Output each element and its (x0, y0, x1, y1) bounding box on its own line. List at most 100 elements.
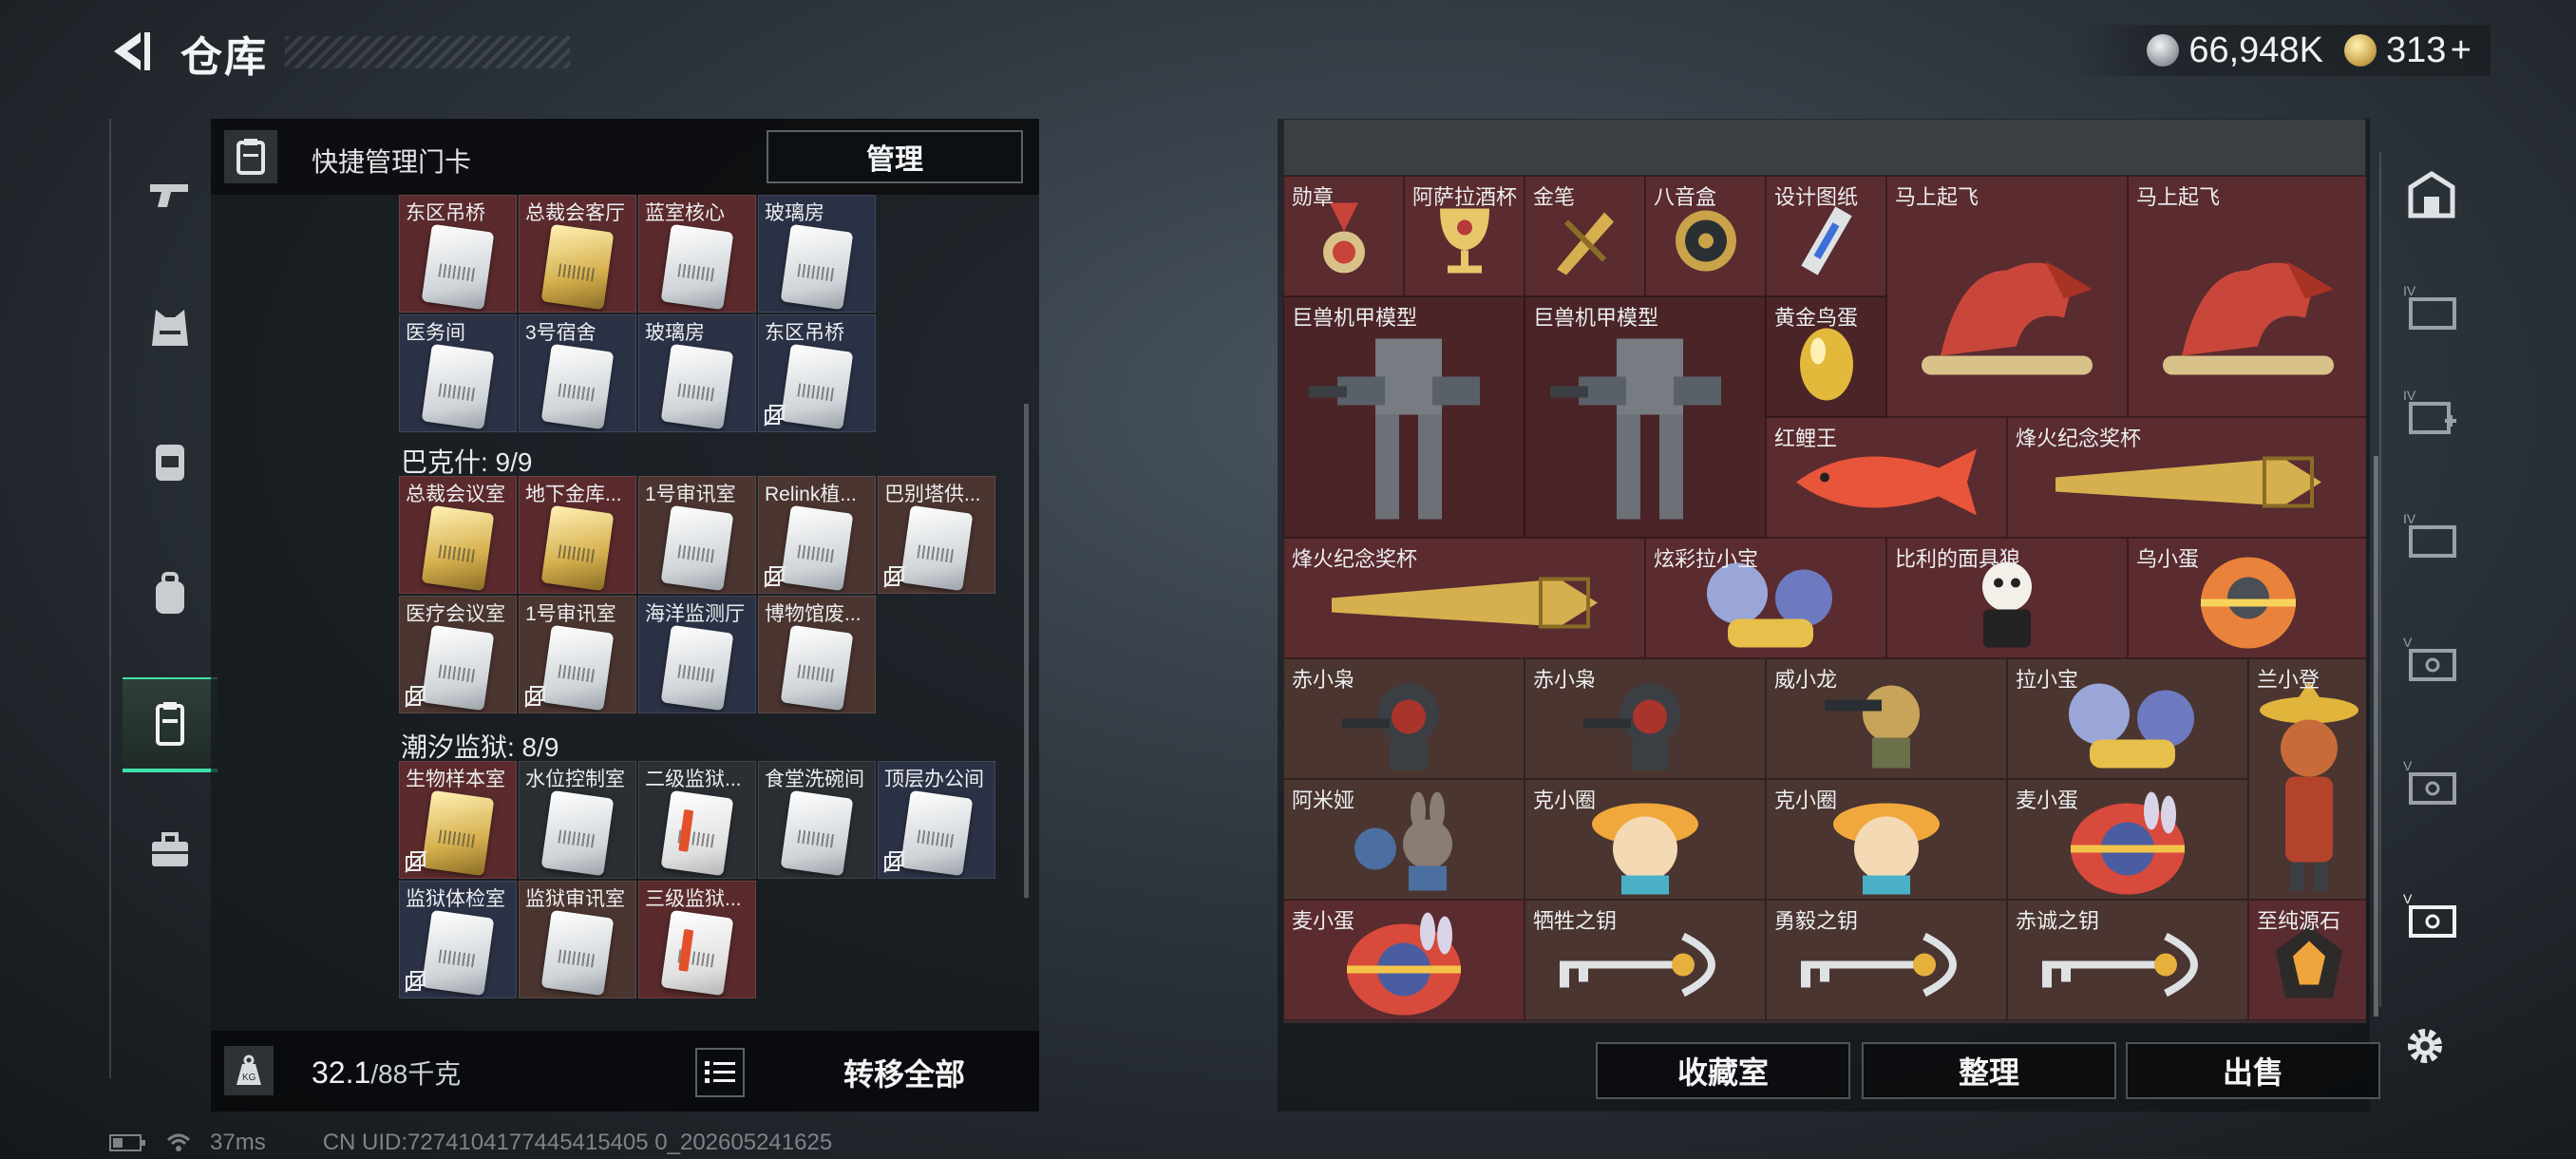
keycard-slot[interactable]: 地下金库... (519, 476, 636, 594)
list-view-button[interactable] (695, 1048, 745, 1097)
collection-item-name: 赤诚之钥 (2016, 909, 2100, 933)
collection-item[interactable]: 红鲤王 (1766, 417, 2007, 538)
right-scrollbar[interactable] (2374, 456, 2378, 1016)
keycard-slot[interactable]: 玻璃房 (758, 195, 876, 313)
storage-tab-iv-1[interactable]: IV (2398, 276, 2465, 342)
keycard-slot[interactable]: 食堂洗碗间 (758, 761, 876, 879)
collection-item[interactable]: 麦小蛋 (2007, 779, 2248, 900)
keycard-slot[interactable]: 总裁会客厅 (519, 195, 636, 313)
collection-item[interactable]: 乌小蛋 (2128, 538, 2366, 658)
silver-coin-currency[interactable]: 66,948K (2147, 30, 2323, 71)
keycard-name: 玻璃房 (765, 202, 824, 224)
storage-tab-v-1[interactable]: V (2398, 627, 2465, 694)
collection-item[interactable]: 八音盒 (1645, 176, 1766, 296)
storage-tab-home[interactable] (2398, 162, 2465, 228)
nav-weapons[interactable] (123, 147, 218, 242)
collection-item[interactable]: 烽火纪念奖杯 (2007, 417, 2366, 538)
left-scrollbar[interactable] (1024, 404, 1029, 898)
keycard-slot[interactable]: 玻璃房 (638, 314, 756, 432)
collection-item[interactable]: 勇毅之钥 (1766, 900, 2007, 1020)
sort-button[interactable]: 整理 (1862, 1042, 2116, 1099)
collection-item[interactable]: 巨兽机甲模型 (1283, 296, 1525, 538)
collection-item-name: 阿萨拉酒杯 (1412, 185, 1518, 209)
collection-item[interactable]: 麦小蛋 (1283, 900, 1525, 1020)
collection-item[interactable]: 炫彩拉小宝 (1645, 538, 1886, 658)
storage-tab-v-2[interactable]: V (2398, 750, 2465, 817)
keycard-panel: 快捷管理门卡 管理 东区吊桥 总裁会客厅 蓝室核心 玻璃房 医务间 3号宿舍 玻璃房 东区吊桥… (211, 119, 1039, 1112)
collection-item-name: 牺牲之钥 (1533, 909, 1618, 933)
keycard-slot[interactable]: 监狱审讯室 (519, 881, 636, 998)
nav-armor[interactable] (123, 280, 218, 375)
collection-item[interactable]: 烽火纪念奖杯 (1283, 538, 1645, 658)
collection-item[interactable]: 威小龙 (1766, 658, 2007, 779)
collection-item-name: 麦小蛋 (2016, 788, 2079, 812)
keycard-slot[interactable]: 巴别塔供... (878, 476, 995, 594)
keycard-slot[interactable]: 海洋监测厅 (638, 596, 756, 713)
collection-item[interactable]: 马上起飞 (2128, 176, 2366, 417)
key-icon (2023, 927, 2232, 1008)
keycard-slot[interactable]: 博物馆废... (758, 596, 876, 713)
collection-item[interactable]: 兰小登 (2248, 658, 2366, 900)
keycard-slot[interactable]: 东区吊桥 (758, 314, 876, 432)
ping-readout: 37ms (210, 1130, 266, 1155)
collection-item-name: 勋章 (1292, 185, 1335, 209)
storage-tab-iv-3[interactable]: IV (2398, 504, 2465, 570)
collection-item[interactable]: 赤小枭 (1525, 658, 1766, 779)
keycard-slot[interactable]: 总裁会议室 (399, 476, 517, 594)
manage-button[interactable]: 管理 (767, 130, 1023, 183)
collection-item[interactable]: 黄金鸟蛋 (1766, 296, 1886, 417)
collection-item[interactable]: 金笔 (1525, 176, 1645, 296)
keycard-slot[interactable]: 1号审讯室 (519, 596, 636, 713)
keycard-slot[interactable]: 监狱体检室 (399, 881, 517, 998)
nav-backpack-gear[interactable] (123, 413, 218, 508)
collection-item[interactable]: 马上起飞 (1886, 176, 2128, 417)
backpack-icon (156, 572, 184, 614)
collection-item[interactable]: 克小圈 (1766, 779, 2007, 900)
keycard-slot[interactable]: 水位控制室 (519, 761, 636, 879)
back-button[interactable] (106, 27, 156, 76)
keycard-slot[interactable]: 顶层办公间 (878, 761, 995, 879)
collection-item[interactable]: 设计图纸 (1766, 176, 1886, 296)
keycard-slot[interactable]: 蓝室核心 (638, 195, 756, 313)
collection-item[interactable]: 拉小宝 (2007, 658, 2248, 779)
collection-room-button[interactable]: 收藏室 (1596, 1042, 1850, 1099)
settings-button[interactable] (2400, 1021, 2457, 1078)
collection-item[interactable]: 勋章 (1283, 176, 1404, 296)
keycard-name: 地下金库... (525, 484, 622, 505)
collection-item-name: 巨兽机甲模型 (1533, 306, 1659, 330)
transfer-all-button[interactable]: 转移全部 (781, 1046, 1028, 1099)
collection-item[interactable]: 赤小枭 (1283, 658, 1525, 779)
sell-button[interactable]: 出售 (2126, 1042, 2380, 1099)
collection-item[interactable]: 牺牲之钥 (1525, 900, 1766, 1020)
storage-tab-v-3-active[interactable]: V (2398, 884, 2465, 950)
keycard-slot[interactable]: 3号宿舍 (519, 314, 636, 432)
collection-item[interactable]: 至纯源石 (2248, 900, 2366, 1020)
gold-coin-currency[interactable]: 313 + (2343, 30, 2472, 71)
nav-keycards[interactable] (123, 677, 218, 772)
keycard-slot[interactable]: Relink植... (758, 476, 876, 594)
horse-statue-icon (1903, 214, 2112, 408)
keycard-name: 监狱审讯室 (525, 888, 625, 910)
storage-medkit-icon: IV (2403, 388, 2456, 434)
keycard-slot[interactable]: 三级监狱... (638, 881, 756, 998)
keycard-slot[interactable]: 医疗会议室 (399, 596, 517, 713)
keycard-slot[interactable]: 1号审讯室 (638, 476, 756, 594)
keycard-name: 1号审讯室 (525, 603, 616, 625)
add-currency-button[interactable]: + (2451, 30, 2472, 70)
collection-item[interactable]: 赤诚之钥 (2007, 900, 2248, 1020)
collection-item[interactable]: 阿米娅 (1283, 779, 1525, 900)
keycard-slot[interactable]: 生物样本室 (399, 761, 517, 879)
collection-item[interactable]: 阿萨拉酒杯 (1404, 176, 1525, 296)
collection-item-name: 威小龙 (1774, 668, 1838, 692)
keycard-slot[interactable]: 医务间 (399, 314, 517, 432)
trophy-icon (2046, 440, 2331, 530)
storage-tab-iv-2[interactable]: IV (2398, 380, 2465, 446)
keycard-slot[interactable]: 二级监狱... (638, 761, 756, 879)
keycard-slot[interactable]: 东区吊桥 (399, 195, 517, 313)
nav-backpack[interactable] (123, 546, 218, 641)
keycard-name: 蓝室核心 (645, 202, 725, 224)
nav-toolbox[interactable] (123, 803, 218, 898)
collection-item[interactable]: 克小圈 (1525, 779, 1766, 900)
collection-item[interactable]: 比利的面具狼 (1886, 538, 2128, 658)
collection-item[interactable]: 巨兽机甲模型 (1525, 296, 1766, 538)
